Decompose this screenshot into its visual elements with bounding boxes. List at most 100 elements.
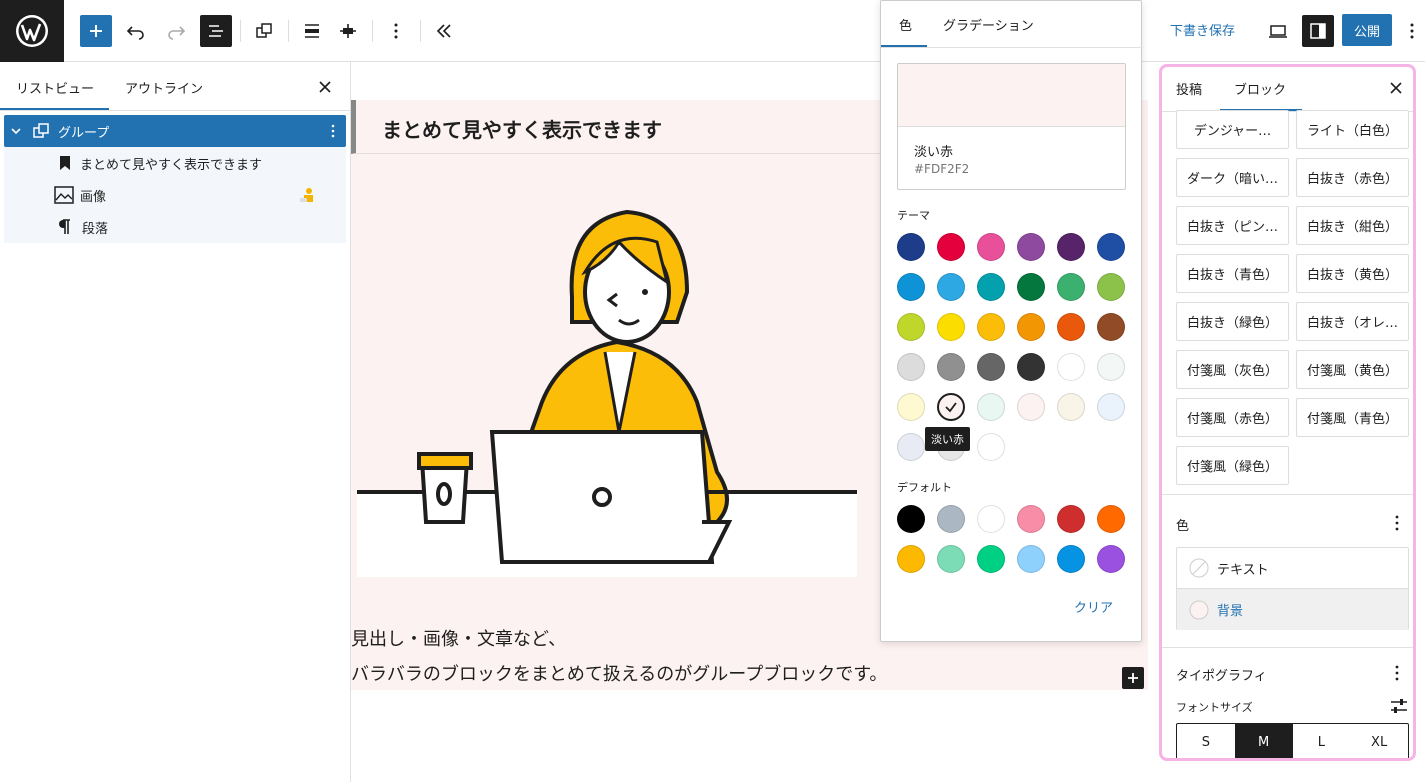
justify-button[interactable] bbox=[332, 15, 364, 47]
color-swatch[interactable] bbox=[897, 233, 925, 261]
clear-button[interactable]: クリア bbox=[1074, 597, 1113, 616]
color-swatch[interactable] bbox=[897, 545, 925, 573]
color-swatch[interactable] bbox=[1057, 273, 1085, 301]
block-style-button[interactable]: 白抜き（オレ… bbox=[1296, 302, 1409, 341]
block-style-button[interactable]: 付箋風（青色） bbox=[1296, 398, 1409, 437]
tree-item-heading[interactable]: まとめて見やすく表示できます bbox=[4, 147, 346, 179]
settings-button[interactable] bbox=[1302, 15, 1334, 47]
color-swatch[interactable] bbox=[937, 273, 965, 301]
color-swatch[interactable] bbox=[977, 433, 1005, 461]
color-swatch[interactable] bbox=[1017, 545, 1045, 573]
color-swatch[interactable] bbox=[937, 545, 965, 573]
color-swatch[interactable] bbox=[1057, 545, 1085, 573]
color-swatch[interactable] bbox=[897, 353, 925, 381]
tab-outline[interactable]: アウトライン bbox=[125, 78, 203, 97]
color-swatch[interactable] bbox=[1097, 313, 1125, 341]
block-options-button[interactable] bbox=[380, 15, 412, 47]
color-swatch[interactable] bbox=[937, 233, 965, 261]
color-swatch[interactable] bbox=[977, 273, 1005, 301]
color-swatch[interactable] bbox=[1017, 313, 1045, 341]
color-swatch[interactable] bbox=[1057, 505, 1085, 533]
color-swatch[interactable] bbox=[897, 505, 925, 533]
color-swatch[interactable] bbox=[1017, 505, 1045, 533]
color-swatch[interactable] bbox=[977, 233, 1005, 261]
save-draft-button[interactable]: 下書き保存 bbox=[1170, 20, 1235, 39]
color-swatch[interactable] bbox=[937, 393, 965, 421]
block-style-button[interactable]: 白抜き（ピン… bbox=[1176, 206, 1289, 245]
paragraph-line[interactable]: バラバラのブロックをまとめて扱えるのがグループブロックです。 bbox=[351, 660, 887, 686]
heading-block[interactable]: まとめて見やすく表示できます bbox=[351, 100, 891, 154]
color-swatch[interactable] bbox=[1017, 233, 1045, 261]
block-style-button[interactable]: 白抜き（青色） bbox=[1176, 254, 1289, 293]
font-size-option-s[interactable]: S bbox=[1177, 724, 1235, 758]
block-style-button[interactable]: 付箋風（黄色） bbox=[1296, 350, 1409, 389]
color-swatch[interactable] bbox=[977, 505, 1005, 533]
block-style-button[interactable]: 白抜き（赤色） bbox=[1296, 158, 1409, 197]
typography-options-button[interactable] bbox=[1394, 665, 1400, 684]
redo-button[interactable] bbox=[160, 15, 192, 47]
color-swatch[interactable] bbox=[897, 393, 925, 421]
font-size-option-m[interactable]: M bbox=[1234, 724, 1293, 758]
color-swatch[interactable] bbox=[897, 433, 925, 461]
block-style-button[interactable]: ダーク（暗い… bbox=[1176, 158, 1289, 197]
undo-button[interactable] bbox=[120, 15, 152, 47]
block-style-button[interactable]: 付箋風（緑色） bbox=[1176, 446, 1289, 485]
color-swatch[interactable] bbox=[977, 353, 1005, 381]
color-swatch[interactable] bbox=[1017, 353, 1045, 381]
paragraph-line[interactable]: 見出し・画像・文章など、 bbox=[351, 625, 566, 651]
close-sidebar-button[interactable] bbox=[1388, 80, 1404, 100]
document-overview-button[interactable] bbox=[200, 15, 232, 47]
block-style-button[interactable]: 白抜き（紺色） bbox=[1296, 206, 1409, 245]
publish-button[interactable]: 公開 bbox=[1342, 14, 1392, 46]
add-block-button[interactable] bbox=[80, 15, 112, 47]
color-swatch[interactable] bbox=[1057, 353, 1085, 381]
align-button[interactable] bbox=[296, 15, 328, 47]
color-options-button[interactable] bbox=[1394, 515, 1400, 534]
heading-text[interactable]: まとめて見やすく表示できます bbox=[382, 114, 662, 143]
block-style-button[interactable]: 付箋風（赤色） bbox=[1176, 398, 1289, 437]
font-size-option-l[interactable]: L bbox=[1293, 724, 1351, 758]
close-panel-button[interactable] bbox=[316, 78, 334, 100]
tree-item-image[interactable]: 画像 bbox=[4, 179, 346, 211]
color-swatch[interactable] bbox=[1097, 505, 1125, 533]
background-color-item[interactable]: 背景 bbox=[1177, 589, 1408, 630]
tab-post[interactable]: 投稿 bbox=[1176, 79, 1202, 98]
tab-list-view[interactable]: リストビュー bbox=[16, 78, 94, 97]
color-swatch[interactable] bbox=[937, 353, 965, 381]
color-swatch[interactable] bbox=[897, 313, 925, 341]
color-swatch[interactable] bbox=[1057, 313, 1085, 341]
color-swatch[interactable] bbox=[937, 313, 965, 341]
tab-gradient[interactable]: グラデーション bbox=[943, 15, 1034, 34]
color-swatch[interactable] bbox=[1097, 393, 1125, 421]
block-style-button[interactable]: 白抜き（緑色） bbox=[1176, 302, 1289, 341]
preview-button[interactable] bbox=[1262, 15, 1294, 47]
color-swatch[interactable] bbox=[1017, 273, 1045, 301]
color-swatch[interactable] bbox=[1017, 393, 1045, 421]
color-preview[interactable]: 淡い赤 #FDF2F2 bbox=[897, 63, 1126, 190]
tab-color[interactable]: 色 bbox=[899, 15, 912, 34]
block-style-button[interactable]: 白抜き（黄色） bbox=[1296, 254, 1409, 293]
chevron-down-icon[interactable] bbox=[10, 125, 22, 137]
color-swatch[interactable] bbox=[1097, 233, 1125, 261]
color-swatch[interactable] bbox=[937, 505, 965, 533]
tree-item-paragraph[interactable]: 段落 bbox=[4, 211, 346, 243]
color-swatch[interactable] bbox=[897, 273, 925, 301]
block-style-button[interactable]: ライト（白色） bbox=[1296, 110, 1409, 149]
options-button[interactable] bbox=[1400, 15, 1424, 47]
block-style-button[interactable]: デンジャー… bbox=[1176, 110, 1289, 149]
color-swatch[interactable] bbox=[1097, 545, 1125, 573]
wordpress-logo-icon[interactable] bbox=[0, 0, 64, 62]
more-vertical-icon[interactable] bbox=[328, 123, 338, 139]
custom-size-button[interactable] bbox=[1390, 698, 1408, 718]
block-type-button[interactable] bbox=[248, 15, 280, 47]
color-swatch[interactable] bbox=[977, 313, 1005, 341]
font-size-option-xl[interactable]: XL bbox=[1350, 724, 1408, 758]
color-swatch[interactable] bbox=[1057, 393, 1085, 421]
color-swatch[interactable] bbox=[1097, 353, 1125, 381]
color-swatch[interactable] bbox=[977, 393, 1005, 421]
block-style-button[interactable]: 付箋風（灰色） bbox=[1176, 350, 1289, 389]
color-swatch[interactable] bbox=[977, 545, 1005, 573]
tree-item-group[interactable]: グループ bbox=[4, 115, 346, 147]
color-swatch[interactable] bbox=[1097, 273, 1125, 301]
illustration-image[interactable] bbox=[357, 202, 857, 577]
